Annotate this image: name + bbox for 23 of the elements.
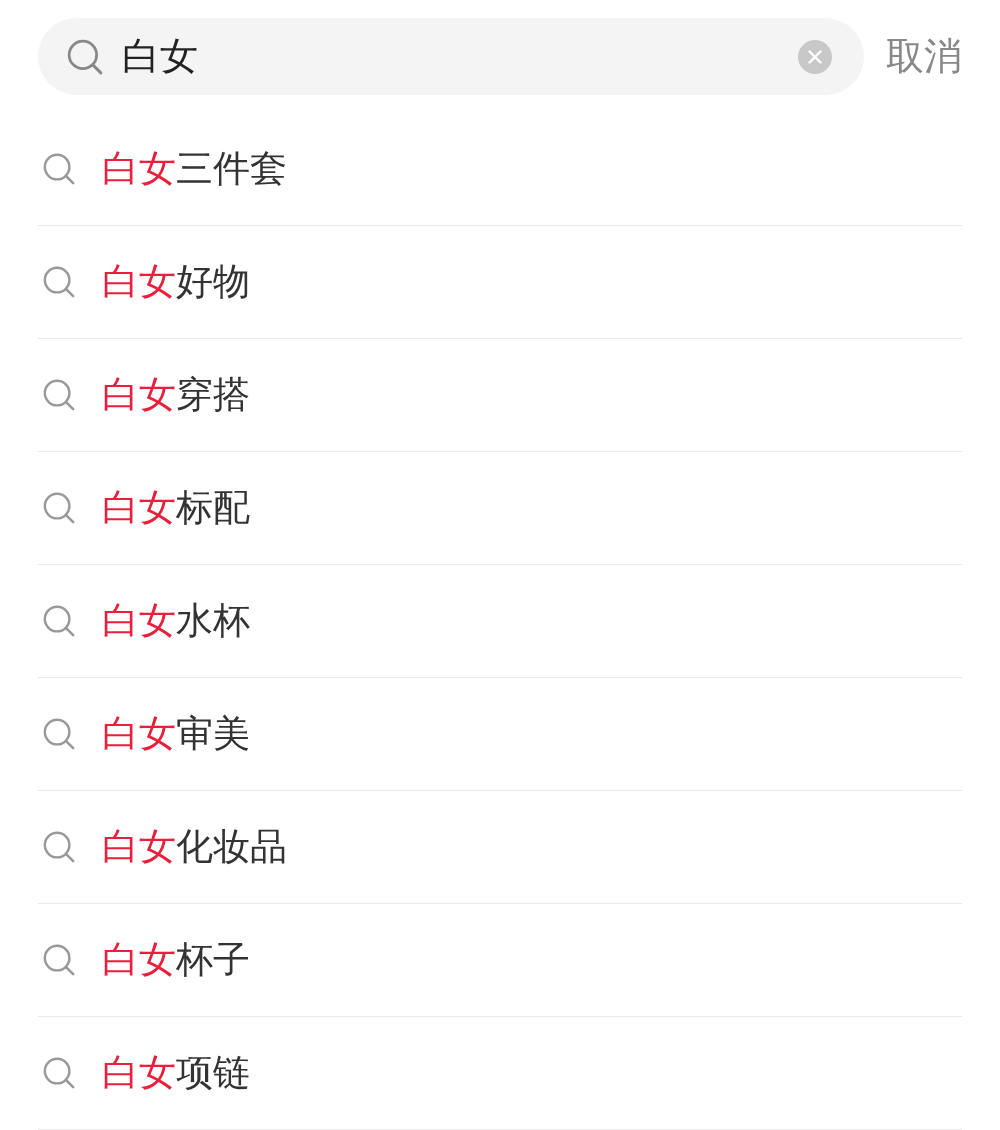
- search-icon: [66, 37, 104, 76]
- suggestion-item[interactable]: 白女标配: [102, 483, 250, 533]
- clear-icon[interactable]: [798, 39, 832, 74]
- search-icon: [42, 378, 76, 412]
- search-field[interactable]: 白女: [122, 31, 780, 82]
- suggestion-item[interactable]: 白女化妆品: [102, 822, 287, 872]
- suggestion-item[interactable]: 白女三件套: [102, 144, 287, 194]
- search-bar[interactable]: 白女: [38, 18, 864, 95]
- cancel-button[interactable]: 取消: [886, 31, 962, 82]
- suggestion-item[interactable]: 白女水杯: [102, 596, 250, 646]
- suggestion-item[interactable]: 白女杯子: [102, 935, 250, 985]
- search-icon: [42, 943, 76, 977]
- suggestion-item[interactable]: 白女项链: [102, 1048, 250, 1098]
- suggestion-item[interactable]: 白女好物: [102, 257, 250, 307]
- search-icon: [42, 717, 76, 751]
- search-icon: [42, 1056, 76, 1090]
- suggestion-item[interactable]: 白女穿搭: [102, 370, 250, 420]
- suggestion-item[interactable]: 白女审美: [102, 709, 250, 759]
- search-icon: [42, 830, 76, 864]
- search-icon: [42, 491, 76, 525]
- search-icon: [42, 604, 76, 638]
- search-icon: [42, 265, 76, 299]
- search-icon: [42, 152, 76, 186]
